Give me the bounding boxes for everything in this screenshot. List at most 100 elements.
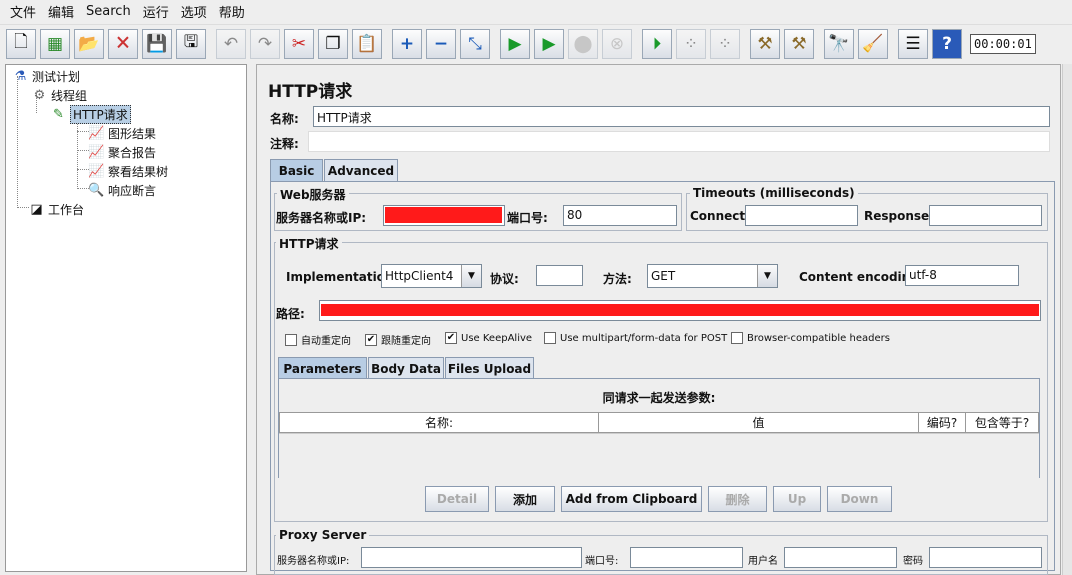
- name-field[interactable]: HTTP请求: [313, 106, 1050, 127]
- tree-label: 测试计划: [32, 69, 81, 84]
- proxy-password-field[interactable]: [929, 547, 1042, 568]
- gear-icon: ⚙: [33, 87, 46, 103]
- tab-basic[interactable]: Basic: [270, 159, 323, 181]
- save-icon[interactable]: 💾: [142, 28, 172, 59]
- column-header-name[interactable]: 名称:: [279, 412, 599, 433]
- tree-label: 响应断言: [108, 183, 157, 198]
- tree-item-thread-group[interactable]: ⚙ 线程组: [31, 86, 87, 104]
- method-select[interactable]: GET ▼: [647, 264, 778, 288]
- tab-advanced[interactable]: Advanced: [324, 159, 398, 181]
- encoding-field[interactable]: utf-8: [905, 265, 1019, 286]
- checkbox-label: 自动重定向: [301, 336, 351, 347]
- chart-icon: 📈: [88, 125, 105, 141]
- parameters-table: 同请求一起发送参数: 名称: 值 编码? 包含等于?: [278, 378, 1040, 478]
- tab-parameters[interactable]: Parameters: [278, 357, 367, 379]
- collapse-icon[interactable]: −: [426, 28, 456, 59]
- workbench-icon: ◪: [30, 201, 43, 217]
- shutdown-icon[interactable]: ⊗: [602, 28, 632, 59]
- menu-edit[interactable]: 编辑: [42, 2, 80, 21]
- method-value: GET: [651, 269, 676, 283]
- implementation-value: HttpClient4: [385, 269, 454, 283]
- help-icon[interactable]: ?: [932, 28, 962, 59]
- beaker-icon: ⚗: [14, 68, 27, 84]
- start-icon[interactable]: ▶: [500, 28, 530, 59]
- comment-field[interactable]: [308, 131, 1050, 152]
- clear-all-icon[interactable]: ⚒: [784, 28, 814, 59]
- undo-icon[interactable]: ↶: [216, 28, 246, 59]
- magnifier-icon: 🔍: [88, 182, 105, 198]
- menu-file[interactable]: 文件: [4, 2, 42, 21]
- test-tree: ⚗ 测试计划 ⚙ 线程组 ✎ HTTP请求 📈 图形结果 📈 聚合报告 📈 察看…: [5, 64, 247, 572]
- port-field[interactable]: 80: [563, 205, 677, 226]
- remote-shutdown-icon[interactable]: ⁘: [710, 28, 740, 59]
- add-button[interactable]: 添加: [495, 486, 555, 512]
- column-header-value[interactable]: 值: [598, 412, 919, 433]
- templates-icon[interactable]: ▦: [40, 28, 70, 59]
- tree-item-workbench[interactable]: ◪ 工作台: [28, 200, 84, 218]
- column-header-include-equals[interactable]: 包含等于?: [965, 412, 1039, 433]
- keepalive-checkbox[interactable]: ✔ Use KeepAlive: [445, 332, 532, 344]
- close-icon[interactable]: 🗙: [108, 28, 138, 59]
- proxy-user-field[interactable]: [784, 547, 897, 568]
- start-no-pause-icon[interactable]: ▶: [534, 28, 564, 59]
- save-as-icon[interactable]: 🖫: [176, 28, 206, 59]
- tab-files-upload[interactable]: Files Upload: [445, 357, 534, 379]
- follow-redirects-checkbox[interactable]: ✔ 跟随重定向: [365, 332, 431, 347]
- connect-field[interactable]: [745, 205, 858, 226]
- redacted-path: [321, 304, 1039, 316]
- checkbox-label: 跟随重定向: [381, 336, 431, 347]
- tree-label: 线程组: [51, 88, 88, 103]
- vertical-scrollbar[interactable]: [1062, 64, 1072, 575]
- function-helper-icon[interactable]: ☰: [898, 28, 928, 59]
- proxy-user-label: 用户名: [748, 556, 778, 567]
- clear-icon[interactable]: ⚒: [750, 28, 780, 59]
- chevron-down-icon: ▼: [461, 265, 481, 287]
- tree-item-view-results-tree[interactable]: 📈 察看结果树: [88, 162, 168, 180]
- proxy-server-field[interactable]: [361, 547, 582, 568]
- stop-icon[interactable]: ⬤: [568, 28, 598, 59]
- paste-icon[interactable]: 📋: [352, 28, 382, 59]
- column-header-encode[interactable]: 编码?: [918, 412, 966, 433]
- response-timeout-field[interactable]: [929, 205, 1042, 226]
- menu-bar: 文件 编辑 Search 运行 选项 帮助: [0, 0, 1072, 23]
- protocol-field[interactable]: [536, 265, 583, 286]
- tab-body-data[interactable]: Body Data: [368, 357, 444, 379]
- server-label: 服务器名称或IP:: [276, 211, 367, 225]
- remote-stop-icon[interactable]: ⁘: [676, 28, 706, 59]
- http-request-title: HTTP请求: [276, 235, 342, 252]
- parameters-table-body[interactable]: [279, 433, 1039, 478]
- tree-item-http-request[interactable]: ✎ HTTP请求: [50, 104, 131, 124]
- multipart-checkbox[interactable]: Use multipart/form-data for POST: [544, 332, 727, 344]
- auto-redirect-checkbox[interactable]: 自动重定向: [285, 332, 351, 347]
- browser-headers-checkbox[interactable]: Browser-compatible headers: [731, 332, 890, 344]
- down-button[interactable]: Down: [827, 486, 892, 512]
- up-button[interactable]: Up: [773, 486, 821, 512]
- open-icon[interactable]: 📂: [74, 28, 104, 59]
- proxy-title: Proxy Server: [276, 528, 370, 542]
- add-from-clipboard-button[interactable]: Add from Clipboard: [561, 486, 702, 512]
- proxy-port-field[interactable]: [630, 547, 743, 568]
- menu-run[interactable]: 运行: [137, 2, 175, 21]
- expand-icon[interactable]: +: [392, 28, 422, 59]
- implementation-select[interactable]: HttpClient4 ▼: [381, 264, 482, 288]
- reset-search-icon[interactable]: 🧹: [858, 28, 888, 59]
- new-icon[interactable]: 🗋: [6, 28, 36, 59]
- chart-icon: 📈: [88, 144, 105, 160]
- copy-icon[interactable]: ❐: [318, 28, 348, 59]
- checkbox-label: Use KeepAlive: [461, 332, 533, 344]
- menu-options[interactable]: 选项: [175, 2, 213, 21]
- tree-item-aggregate-report[interactable]: 📈 聚合报告: [88, 143, 156, 161]
- detail-button[interactable]: Detail: [425, 486, 489, 512]
- menu-search[interactable]: Search: [80, 4, 137, 19]
- remote-start-icon[interactable]: ⏵: [642, 28, 672, 59]
- search-icon[interactable]: 🔭: [824, 28, 854, 59]
- tree-item-graph-results[interactable]: 📈 图形结果: [88, 124, 156, 142]
- tree-item-test-plan[interactable]: ⚗ 测试计划: [12, 67, 80, 85]
- menu-help[interactable]: 帮助: [213, 2, 251, 21]
- toggle-icon[interactable]: ⤡: [460, 28, 490, 59]
- delete-button[interactable]: 删除: [708, 486, 767, 512]
- tree-item-response-assertion[interactable]: 🔍 响应断言: [88, 181, 156, 199]
- cut-icon[interactable]: ✂: [284, 28, 314, 59]
- page-title: HTTP请求: [268, 82, 353, 102]
- redo-icon[interactable]: ↷: [250, 28, 280, 59]
